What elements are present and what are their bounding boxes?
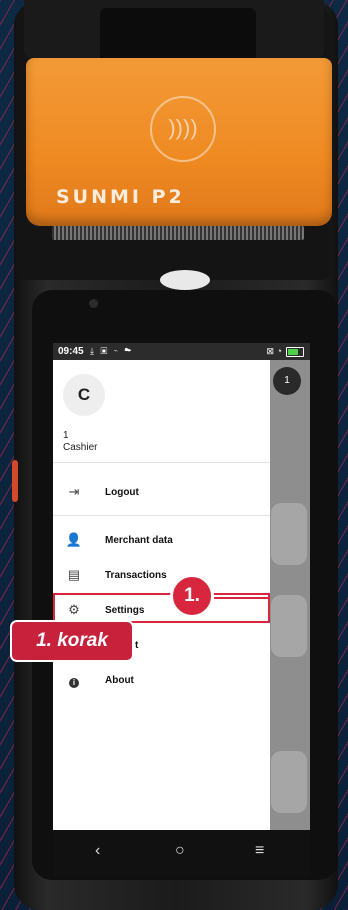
nfc-icon: ))))	[150, 96, 216, 162]
home-icon[interactable]: ○	[175, 842, 185, 860]
battery-icon	[286, 346, 304, 357]
printer-lid: )))) SUNMI P2	[26, 58, 332, 226]
device-brand: SUNMI P2	[56, 186, 185, 208]
background-card	[271, 595, 307, 657]
status-icons: ⤓ ▣ ⌁ ☁	[90, 346, 134, 356]
menu-item-about[interactable]: i About	[53, 663, 270, 697]
menu-label: About	[105, 674, 134, 686]
menu-label: t	[135, 639, 139, 651]
menu-label: Transactions	[105, 569, 167, 581]
marker-line	[214, 597, 270, 599]
side-button	[12, 460, 18, 502]
menu-label: Merchant data	[105, 534, 173, 546]
back-icon[interactable]: ‹	[95, 842, 100, 860]
step-label: 1. korak	[10, 620, 134, 662]
logout-icon: ⇥	[68, 484, 80, 499]
transactions-icon: ▤	[67, 567, 81, 582]
step-marker: 1.	[170, 574, 214, 618]
status-bar: 09:45 ⤓ ▣ ⌁ ☁ ⊠ ◔	[53, 343, 310, 360]
background-card	[271, 503, 307, 565]
printer-roller	[160, 270, 210, 290]
background-badge: 1	[273, 367, 301, 395]
user-number: 1	[63, 430, 69, 441]
menu-item-transactions[interactable]: ▤ Transactions	[53, 558, 270, 592]
menu-icon[interactable]: ≡	[255, 842, 264, 860]
info-icon: i	[59, 673, 89, 688]
system-icons: ⊠ ◔	[266, 346, 282, 356]
menu-item-merchant-data[interactable]: 👤 Merchant data	[53, 523, 270, 557]
printer-slot	[100, 8, 256, 64]
merchant-icon: 👤	[65, 532, 83, 547]
navigation-bar: ‹ ○ ≡	[53, 830, 310, 877]
status-time: 09:45	[58, 346, 84, 357]
divider	[53, 515, 270, 516]
menu-item-logout[interactable]: ⇥ Logout	[53, 475, 270, 509]
background-card	[271, 751, 307, 813]
menu-label: Logout	[105, 486, 139, 498]
avatar: C	[63, 374, 105, 416]
paper-tear-bar	[52, 226, 304, 240]
divider	[53, 462, 270, 463]
user-role: Cashier	[63, 442, 98, 453]
status-right: ⊠ ◔	[267, 343, 304, 360]
camera	[89, 299, 98, 308]
